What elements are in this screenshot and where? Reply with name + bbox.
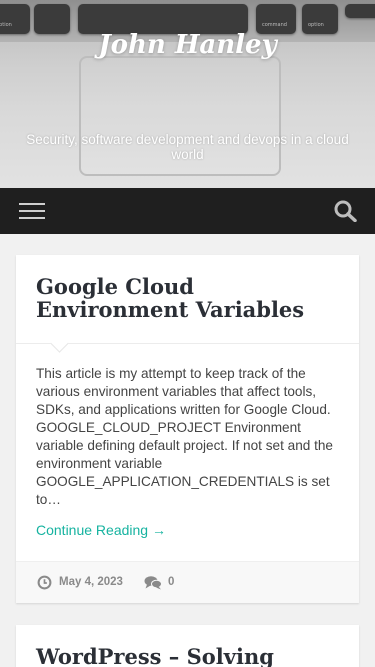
comments-icon: [144, 576, 162, 590]
post-excerpt: This article is my attempt to keep track…: [36, 366, 333, 507]
header-banner: option command option John Hanley Securi…: [0, 0, 375, 188]
post-card: Google Cloud Environment Variables This …: [16, 255, 359, 603]
search-icon[interactable]: [333, 200, 357, 222]
post-date[interactable]: May 4, 2023: [59, 576, 123, 588]
post-card: WordPress – Solving: [16, 625, 359, 667]
post-meta-footer: May 4, 2023 0: [16, 561, 359, 603]
keyboard-key: [345, 4, 375, 18]
clock-icon: [37, 575, 52, 590]
hamburger-menu-icon[interactable]: [19, 203, 45, 219]
site-title[interactable]: John Hanley: [0, 30, 375, 60]
navigation-bar: [0, 188, 375, 234]
post-title[interactable]: Google Cloud Environment Variables: [16, 255, 359, 321]
divider-notch: [50, 334, 69, 353]
post-title[interactable]: WordPress – Solving: [16, 625, 359, 667]
site-tagline: Security, software development and devop…: [26, 132, 349, 162]
comment-count[interactable]: 0: [168, 576, 174, 588]
continue-reading-link[interactable]: Continue Reading →: [36, 522, 166, 538]
